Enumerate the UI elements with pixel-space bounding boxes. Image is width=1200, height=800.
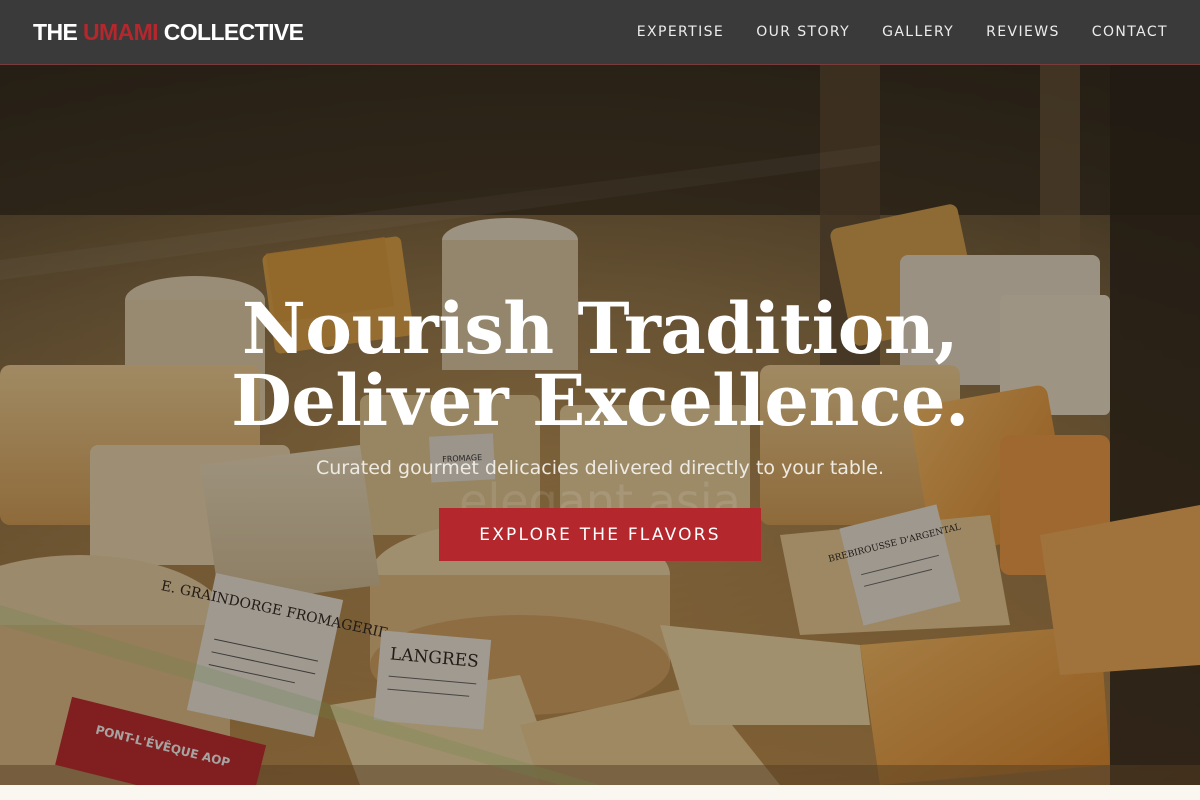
nav-link-contact[interactable]: CONTACT — [1092, 24, 1168, 40]
hero-subheadline: Curated gourmet delicacies delivered dir… — [316, 457, 884, 479]
nav-link-gallery[interactable]: GALLERY — [882, 24, 954, 40]
brand-text-the: THE — [33, 18, 83, 45]
brand-text-collective: COLLECTIVE — [157, 18, 304, 45]
nav-link-expertise[interactable]: EXPERTISE — [637, 24, 724, 40]
explore-flavors-button[interactable]: EXPLORE THE FLAVORS — [439, 508, 761, 561]
brand-text-umami: UMAMI — [83, 18, 159, 45]
brand-logo[interactable]: THE UMAMI COLLECTIVE — [33, 18, 304, 46]
hero-headline: Nourish Tradition, Deliver Excellence. — [0, 293, 1200, 437]
site-header: THE UMAMI COLLECTIVE EXPERTISE OUR STORY… — [0, 0, 1200, 65]
next-section-edge — [0, 785, 1200, 800]
nav-link-reviews[interactable]: REVIEWS — [986, 24, 1060, 40]
hero-headline-line-1: Nourish Tradition, — [241, 287, 959, 370]
hero-content: Nourish Tradition, Deliver Excellence. C… — [0, 293, 1200, 561]
hero-section: E. GRAINDORGE FROMAGERIE LANGRES BREBIRO… — [0, 65, 1200, 785]
main-nav: EXPERTISE OUR STORY GALLERY REVIEWS CONT… — [637, 24, 1168, 40]
nav-link-our-story[interactable]: OUR STORY — [756, 24, 850, 40]
hero-headline-line-2: Deliver Excellence. — [231, 359, 969, 442]
